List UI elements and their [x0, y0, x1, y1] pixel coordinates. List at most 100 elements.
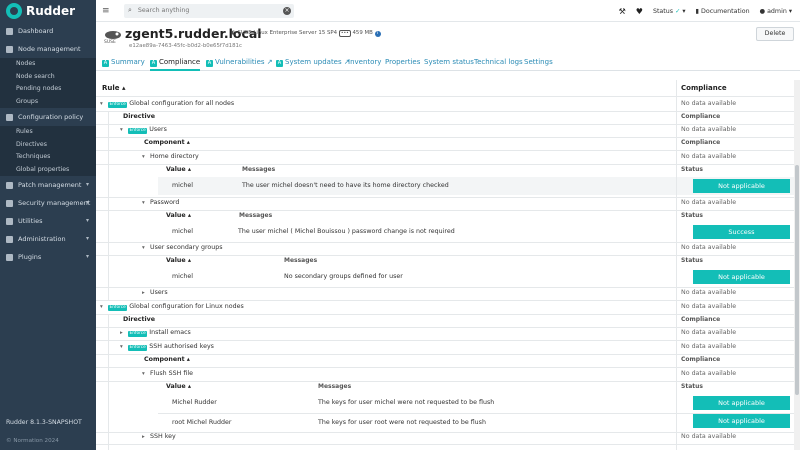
message-cell: The keys for user root were not requeste… — [318, 419, 486, 426]
configuration-policy-submenu: Rules Directives Techniques Global prope… — [0, 126, 96, 176]
component-column-header[interactable]: Component ▴ — [144, 356, 190, 363]
tools-icon[interactable]: ⚒ — [619, 7, 626, 16]
sort-icon: ▴ — [187, 257, 192, 264]
sidebar-item-nodes[interactable]: Nodes — [0, 58, 96, 71]
sidebar-item-node-search[interactable]: Node search — [0, 71, 96, 84]
table-row[interactable]: ▾ Flush SSH file No data available — [96, 370, 794, 380]
tab-properties[interactable]: Properties — [385, 58, 420, 66]
table-row[interactable]: ▾ Home directory No data available — [96, 153, 794, 163]
divider — [96, 367, 794, 368]
status-menu[interactable]: Status ✓ ▾ — [653, 8, 686, 15]
info-icon[interactable]: i — [374, 31, 381, 37]
tab-technical-logs[interactable]: Technical logs — [474, 58, 523, 66]
value-header-row: Value ▴ Messages Status — [96, 383, 794, 393]
chevron-right-icon[interactable]: ▸ — [142, 290, 145, 296]
rule-column-header[interactable]: Rule ▴ — [102, 84, 125, 92]
value-column-header[interactable]: Value ▴ — [166, 257, 191, 264]
tab-system-status[interactable]: System status — [424, 58, 474, 66]
sidebar-item-plugins[interactable]: Plugins ▾ — [0, 248, 96, 266]
search-box[interactable]: ⌕ × — [124, 3, 294, 18]
sidebar-item-patch-management[interactable]: Patch management ▾ — [0, 176, 96, 194]
table-scrollbar[interactable] — [794, 80, 800, 450]
enforce-badge: Enforce — [108, 304, 128, 311]
table-row[interactable]: ▾ User secondary groups No data availabl… — [96, 244, 794, 254]
compliance-column-header: Compliance — [681, 139, 721, 146]
chevron-down-icon[interactable]: ▾ — [120, 344, 123, 350]
compliance-value: No data available — [681, 126, 737, 133]
table-row[interactable]: ▾ Enforce Global configuration for Linux … — [96, 303, 794, 313]
tab-vulnerabilities[interactable]: A Vulnerabilities ↗ — [206, 58, 273, 67]
sidebar-item-pending-nodes[interactable]: Pending nodes — [0, 83, 96, 96]
agent-badge-icon: A — [150, 60, 157, 67]
agent-badge-icon: A — [206, 60, 213, 67]
value-column-header[interactable]: Value ▴ — [166, 166, 191, 173]
sidebar-item-security-management[interactable]: Security management ▾ — [0, 194, 96, 212]
tab-settings[interactable]: Settings — [524, 58, 553, 66]
column-separator — [676, 80, 677, 450]
divider — [96, 287, 794, 288]
sort-icon: ▴ — [187, 166, 192, 173]
sidebar-item-dashboard[interactable]: Dashboard — [0, 22, 96, 40]
chevron-down-icon: ▾ — [85, 199, 89, 206]
tab-compliance[interactable]: A Compliance — [150, 58, 201, 71]
sidebar-item-groups[interactable]: Groups — [0, 96, 96, 109]
chevron-down-icon[interactable]: ▾ — [100, 304, 103, 310]
chevron-down-icon: ▾ — [85, 235, 89, 242]
scrollbar-thumb[interactable] — [795, 165, 799, 395]
user-icon: ● — [759, 7, 766, 15]
search-input[interactable] — [137, 7, 268, 14]
directive-header-row: Directive Compliance — [96, 316, 794, 326]
value-column-header[interactable]: Value ▴ — [166, 383, 191, 390]
suse-logo-icon: SUSE — [104, 30, 122, 45]
chevron-right-icon[interactable]: ▸ — [142, 434, 145, 440]
table-row[interactable]: ▾ Enforce SSH authorised keys No data ava… — [96, 343, 794, 353]
brand[interactable]: Rudder — [0, 0, 96, 22]
table-row[interactable]: ▸ Users No data available — [96, 289, 794, 299]
user-menu[interactable]: ● admin ▾ — [760, 8, 792, 15]
compliance-value: No data available — [681, 329, 737, 336]
tab-summary[interactable]: A Summary — [102, 58, 145, 67]
divider — [96, 210, 794, 211]
rudder-logo-icon — [6, 3, 22, 19]
chevron-down-icon[interactable]: ▾ — [100, 101, 103, 107]
book-icon: ▮ — [695, 7, 699, 15]
sort-icon: ▴ — [187, 383, 192, 390]
table-row[interactable]: ▾ Enforce Global configuration for all no… — [96, 100, 794, 110]
heart-icon[interactable]: ♥ — [636, 7, 643, 16]
sidebar-item-rules[interactable]: Rules — [0, 126, 96, 139]
value-column-header[interactable]: Value ▴ — [166, 212, 191, 219]
chevron-down-icon[interactable]: ▾ — [142, 154, 145, 160]
chevron-down-icon[interactable]: ▾ — [142, 245, 145, 251]
enforce-badge: Enforce — [128, 330, 148, 337]
sidebar-item-configuration-policy[interactable]: Configuration policy — [0, 108, 96, 126]
sidebar-item-administration[interactable]: Administration ▾ — [0, 230, 96, 248]
tab-system-updates[interactable]: A System updates ↗ — [276, 58, 350, 67]
gear-icon — [6, 235, 13, 243]
external-link-icon: ↗ — [266, 58, 273, 66]
sidebar-item-global-properties[interactable]: Global properties — [0, 164, 96, 177]
component-column-header[interactable]: Component ▴ — [144, 139, 190, 146]
hamburger-menu-icon[interactable]: ≡ — [102, 6, 112, 16]
chevron-down-icon[interactable]: ▾ — [142, 200, 145, 206]
sidebar-item-techniques[interactable]: Techniques — [0, 151, 96, 164]
sidebar-item-utilities[interactable]: Utilities ▾ — [0, 212, 96, 230]
table-row[interactable]: ▸ Enforce Install emacs No data available — [96, 329, 794, 339]
chevron-down-icon: ▾ — [85, 253, 89, 260]
sidebar-item-node-management[interactable]: Node management — [0, 40, 96, 58]
table-row[interactable]: ▾ Enforce Users No data available — [96, 126, 794, 136]
compliance-column-header[interactable]: Compliance — [681, 84, 727, 92]
chevron-down-icon[interactable]: ▾ — [120, 127, 123, 133]
status-column-header: Status — [681, 383, 703, 390]
compliance-value: No data available — [681, 244, 737, 251]
table-row[interactable]: ▸ SSH key No data available — [96, 433, 794, 443]
clear-search-icon[interactable]: × — [283, 6, 291, 15]
topbar: ≡ ⌕ × ⚒ ♥ Status ✓ ▾ ▮ Documentation ● a… — [96, 0, 800, 22]
delete-button[interactable]: Delete — [756, 27, 794, 41]
chevron-down-icon[interactable]: ▾ — [142, 371, 145, 377]
messages-column-header: Messages — [318, 383, 352, 390]
documentation-link[interactable]: ▮ Documentation — [696, 8, 750, 15]
chevron-right-icon[interactable]: ▸ — [120, 330, 123, 336]
table-row[interactable]: ▾ Password No data available — [96, 199, 794, 209]
sidebar-item-directives[interactable]: Directives — [0, 139, 96, 152]
tab-inventory[interactable]: Inventory — [348, 58, 381, 66]
